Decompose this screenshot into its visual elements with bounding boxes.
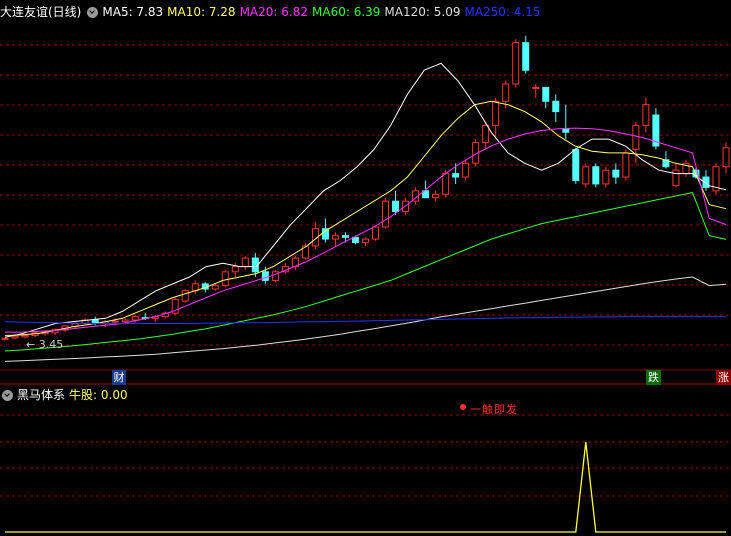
ma-line-ma60 xyxy=(4,192,727,352)
kline-chart[interactable] xyxy=(0,0,731,536)
candle-body xyxy=(362,238,369,244)
candle-body xyxy=(562,128,570,133)
ma-line-ma5 xyxy=(4,62,727,338)
candle-body xyxy=(582,166,590,185)
candle-body xyxy=(111,320,119,323)
low-price-label: ← 3.45 xyxy=(26,338,64,351)
candle-body xyxy=(341,235,349,238)
candle-body xyxy=(642,104,650,126)
candle-body xyxy=(552,100,560,113)
ma-line-ma120 xyxy=(4,276,727,362)
candle-body xyxy=(672,169,680,187)
marker-die[interactable]: 跌 xyxy=(646,370,661,385)
candle-body xyxy=(502,83,510,102)
signal-dot-icon xyxy=(460,404,466,410)
candle-body xyxy=(382,200,390,228)
candle-body xyxy=(442,173,450,195)
candle-body xyxy=(181,290,189,302)
candle-body xyxy=(131,316,139,321)
candle-body xyxy=(542,86,550,102)
candle-body xyxy=(11,335,19,339)
candle-body xyxy=(241,257,249,268)
candle-body xyxy=(432,193,440,199)
candle-body xyxy=(221,271,229,287)
candle-body xyxy=(351,236,359,244)
candle-body xyxy=(532,86,540,89)
candle-body xyxy=(452,173,460,178)
candle-body xyxy=(482,124,490,144)
signal-text: 一触即发 xyxy=(470,403,518,416)
candle-body xyxy=(121,319,129,323)
candle-body xyxy=(231,266,239,273)
indicator-line xyxy=(5,441,726,533)
candle-body xyxy=(492,100,500,126)
candle-body xyxy=(512,42,520,85)
candle-body xyxy=(632,124,640,150)
candle-body xyxy=(372,226,380,240)
ma-line-ma10 xyxy=(4,100,727,336)
marker-zhang[interactable]: 涨 xyxy=(716,370,731,385)
candle-body xyxy=(572,148,580,181)
candle-body xyxy=(612,169,620,178)
candle-body xyxy=(261,271,269,281)
candle-body xyxy=(602,169,610,185)
candle-body xyxy=(1,337,9,340)
candle-body xyxy=(392,200,400,213)
candle-body xyxy=(722,147,730,168)
candle-body xyxy=(331,235,339,240)
marker-cai[interactable]: 财 xyxy=(112,370,126,385)
candle-body xyxy=(592,166,600,185)
candle-body xyxy=(211,285,219,290)
candle-body xyxy=(462,162,470,178)
candle-body xyxy=(522,42,530,71)
candle-body xyxy=(622,152,630,178)
candle-body xyxy=(21,335,29,338)
